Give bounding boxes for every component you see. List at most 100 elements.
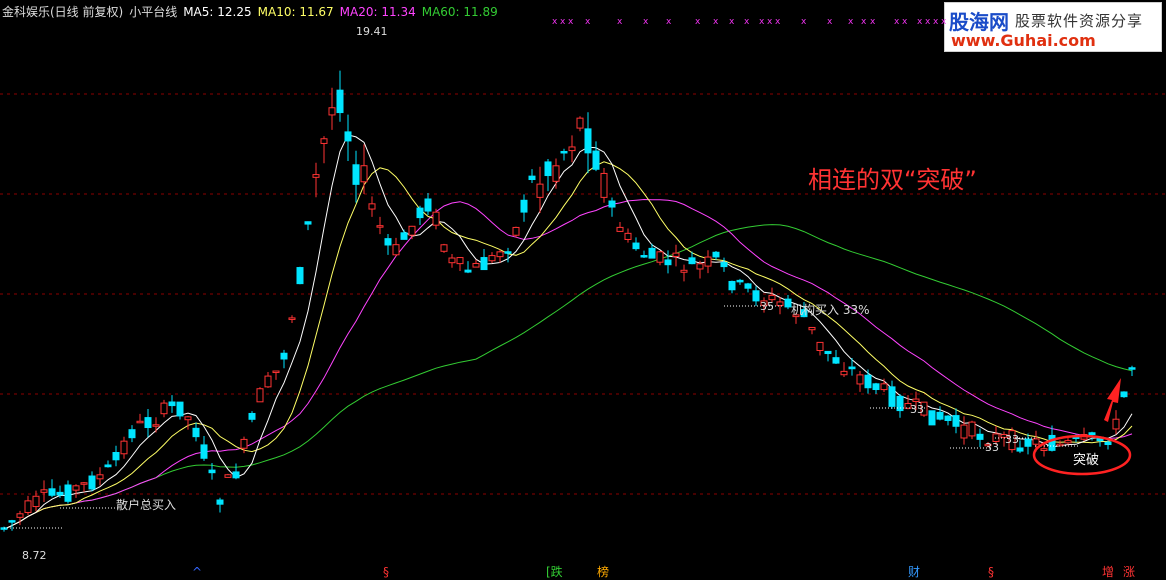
candle-body <box>248 412 256 420</box>
candle-body <box>448 257 456 264</box>
candle-body <box>296 267 304 285</box>
x-marker: x <box>933 17 939 27</box>
candle-body <box>848 366 856 370</box>
candle-body <box>136 420 144 424</box>
candle-body <box>1040 448 1048 452</box>
candle-body <box>184 416 192 421</box>
platform-dotted-lines <box>4 305 1080 529</box>
candle-body <box>816 341 824 351</box>
x-marker: x <box>560 17 566 27</box>
candle-body <box>744 283 752 289</box>
institution-buy-label: 机构买入 33% <box>791 302 870 317</box>
bottom-marker-8: 涨 <box>1123 564 1135 579</box>
candle-body <box>472 262 480 268</box>
candle-body <box>312 174 320 178</box>
x-marker: x <box>941 17 947 27</box>
bottom-event-markers: ^ § [跌 榜 财 § 增涨 <box>192 564 1135 579</box>
candle-body <box>288 317 296 320</box>
candle-body <box>1064 440 1072 444</box>
candlestick-chart[interactable]: xxxxxxxxxxxxxxxxxxxxxxxxx 19.41 8.72 散户总… <box>0 0 1166 580</box>
candle-body <box>664 259 672 266</box>
x-marker: x <box>759 17 765 27</box>
candle-body <box>280 352 288 360</box>
candle-body <box>584 128 592 154</box>
x-marker: x <box>695 17 701 27</box>
candle-body <box>384 238 392 246</box>
candle-body <box>232 471 240 479</box>
candle-body <box>504 251 512 254</box>
x-marker: x <box>827 17 833 27</box>
candle-body <box>1048 434 1056 451</box>
candle-body <box>976 433 984 440</box>
x-marker: x <box>617 17 623 27</box>
top-x-markers: xxxxxxxxxxxxxxxxxxxxxxxxx <box>552 17 947 27</box>
bottom-marker-3: [跌 <box>546 564 563 579</box>
x-marker: x <box>713 17 719 27</box>
candle-body <box>112 452 120 461</box>
candle-body <box>216 499 224 505</box>
candle-body <box>1056 443 1064 447</box>
candle-body <box>680 269 688 273</box>
candle-body <box>712 251 720 258</box>
breakout-label: 突破 <box>1073 452 1099 468</box>
candle-body <box>192 427 200 438</box>
candle-body <box>864 374 872 389</box>
candle-body <box>824 350 832 355</box>
candle-body <box>808 326 816 331</box>
candle-body <box>1112 418 1120 430</box>
candle-body <box>1128 367 1136 370</box>
candle-body <box>344 131 352 142</box>
candle-body <box>64 484 72 502</box>
x-marker: x <box>767 17 773 27</box>
x-marker: x <box>902 17 908 27</box>
bottom-marker-6: § <box>988 565 994 579</box>
candle-body <box>432 211 440 226</box>
candle-body <box>256 388 264 403</box>
candle-body <box>1104 441 1112 446</box>
bottom-marker-1: ^ <box>192 565 202 579</box>
platform-33-label-b: 33 <box>985 441 999 454</box>
candle-body <box>840 370 848 376</box>
candle-body <box>752 290 760 302</box>
x-marker: x <box>861 17 867 27</box>
candle-body <box>72 485 80 491</box>
candle-body <box>880 383 888 391</box>
candle-body <box>728 280 736 291</box>
candle-body <box>200 444 208 459</box>
candle-body <box>16 513 24 518</box>
candle-body <box>8 520 16 523</box>
candle-body <box>600 172 608 198</box>
candle-body <box>224 474 232 478</box>
candle-body <box>952 415 960 427</box>
candle-body <box>776 301 784 307</box>
candle-body <box>536 183 544 198</box>
candle-body <box>720 262 728 268</box>
candle-body <box>336 89 344 114</box>
candle-body <box>328 107 336 116</box>
x-marker: x <box>917 17 923 27</box>
candle-body <box>352 164 360 185</box>
x-marker: x <box>643 17 649 27</box>
x-marker: x <box>775 17 781 27</box>
candle-body <box>688 257 696 265</box>
x-marker: x <box>848 17 854 27</box>
candle-body <box>520 199 528 213</box>
candle-body <box>624 232 632 240</box>
candle-body <box>176 401 184 417</box>
candle-body <box>960 424 968 439</box>
x-marker: x <box>729 17 735 27</box>
low-label: 8.72 <box>22 549 47 562</box>
x-marker: x <box>585 17 591 27</box>
x-marker: x <box>568 17 574 27</box>
ma10-path <box>3 161 1133 530</box>
x-marker: x <box>801 17 807 27</box>
candle-body <box>1024 438 1032 447</box>
candle-body <box>120 440 128 455</box>
candle-body <box>632 242 640 250</box>
candle-body <box>168 401 176 407</box>
candle-body <box>592 150 600 170</box>
candle-body <box>56 491 64 496</box>
candle-body <box>736 279 744 283</box>
platform-33-label-a: 33 <box>910 403 924 416</box>
candle-body <box>912 398 920 402</box>
